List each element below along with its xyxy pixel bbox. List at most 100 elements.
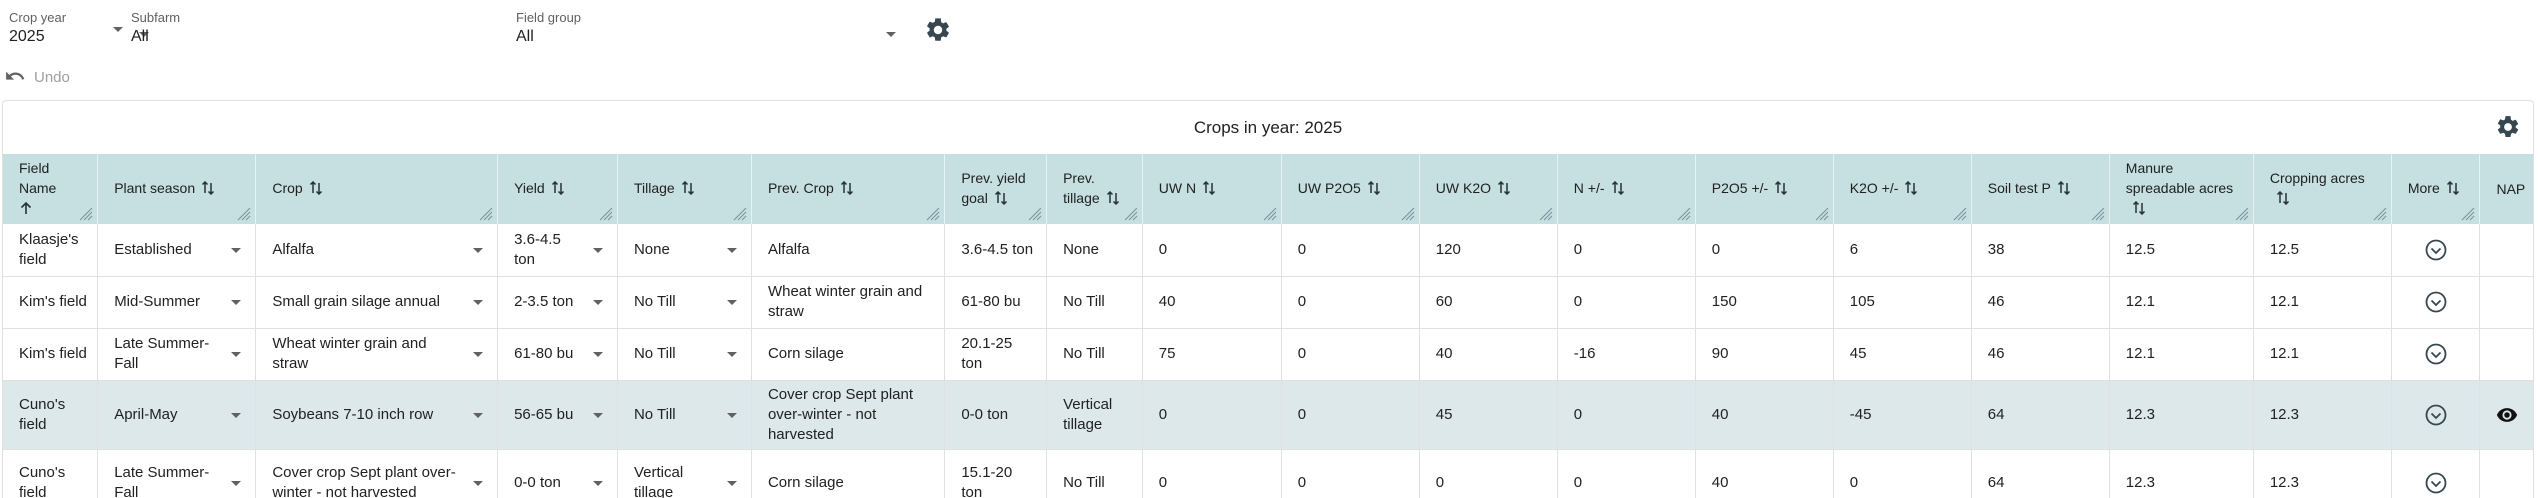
resize-grip-icon[interactable] [2235, 206, 2249, 221]
plant-season-select[interactable]: April-May [97, 380, 257, 450]
resize-grip-icon[interactable] [733, 206, 747, 221]
column-header-soil-test-p[interactable]: Soil test P [1971, 154, 2110, 224]
chevron-down-circle-icon[interactable] [2424, 471, 2448, 495]
tillage-select[interactable]: Vertical tillage [617, 449, 752, 498]
crop-select[interactable]: Small grain silage annual [255, 276, 499, 329]
resize-grip-icon[interactable] [599, 206, 613, 221]
plant-season-select[interactable]: Established [97, 224, 257, 277]
column-header-nap[interactable]: NAP [2479, 154, 2533, 224]
prev-crop-cell: Corn silage [751, 449, 946, 498]
table-settings-gear-icon[interactable] [2495, 114, 2521, 140]
cropping-acres-value: 12.5 [2269, 240, 2300, 258]
resize-grip-icon[interactable] [79, 206, 93, 221]
sort-arrows-icon[interactable] [201, 180, 215, 200]
column-header-uw-p2o5[interactable]: UW P2O5 [1281, 154, 1420, 224]
arrow-up-icon[interactable] [19, 200, 87, 220]
sort-arrows-icon[interactable] [681, 180, 695, 200]
crop-select[interactable]: Soybeans 7-10 inch row [255, 380, 499, 450]
yield-select[interactable]: 56-65 bu [497, 380, 618, 450]
chevron-down-circle-icon[interactable] [2424, 290, 2448, 314]
column-header-prev-tillage[interactable]: Prev. tillage [1046, 154, 1143, 224]
column-header-cropping-acres[interactable]: Cropping acres [2253, 154, 2392, 224]
resize-grip-icon[interactable] [1539, 206, 1553, 221]
undo-button[interactable]: Undo [4, 66, 70, 88]
column-header-yield[interactable]: Yield [497, 154, 618, 224]
sort-arrows-icon[interactable] [1774, 180, 1788, 200]
crop-select[interactable]: Alfalfa [255, 224, 499, 277]
sort-arrows-icon[interactable] [840, 180, 854, 200]
tillage-select[interactable]: No Till [617, 276, 752, 329]
sort-arrows-icon[interactable] [1106, 190, 1120, 210]
resize-grip-icon[interactable] [2461, 206, 2475, 221]
column-header-more[interactable]: More [2391, 154, 2481, 224]
plant-season-select[interactable]: Late Summer-Fall [97, 328, 257, 381]
resize-grip-icon[interactable] [2373, 206, 2387, 221]
resize-grip-icon[interactable] [1815, 206, 1829, 221]
field-group-select[interactable]: Field group All [516, 10, 896, 50]
resize-grip-icon[interactable] [1677, 206, 1691, 221]
uw-p2o5-value: 0 [1297, 473, 1307, 491]
column-header-prev-crop[interactable]: Prev. Crop [751, 154, 946, 224]
column-header-field-name[interactable]: Field Name [3, 154, 99, 224]
resize-grip-icon[interactable] [926, 206, 940, 221]
field-group-value: All [516, 28, 534, 45]
column-header-manure-spreadable-acres[interactable]: Manure spreadable acres [2109, 154, 2254, 224]
k2o-balance-value: 105 [1849, 293, 1875, 310]
crop-year-select[interactable]: Crop year 2025 [9, 10, 149, 50]
yield-select[interactable]: 3.6-4.5 ton [497, 224, 618, 277]
sort-arrows-icon[interactable] [994, 190, 1008, 210]
column-header-uw-n[interactable]: UW N [1142, 154, 1282, 224]
column-header-p2o5[interactable]: P2O5 +/- [1695, 154, 1834, 224]
chevron-down-icon [726, 247, 737, 253]
resize-grip-icon[interactable] [1028, 206, 1042, 221]
uw-p2o5-cell: 0 [1281, 449, 1420, 498]
column-header-crop[interactable]: Crop [255, 154, 499, 224]
sort-arrows-icon[interactable] [2446, 180, 2460, 200]
eye-icon[interactable] [2493, 404, 2521, 426]
crop-select[interactable]: Cover crop Sept plant over-winter - not … [255, 449, 499, 498]
uw-n-value: 0 [1158, 405, 1168, 423]
sort-arrows-icon[interactable] [551, 180, 565, 200]
subfarm-select[interactable]: Subfarm All [131, 10, 501, 50]
column-header-n[interactable]: N +/- [1557, 154, 1696, 224]
chevron-down-circle-icon[interactable] [2424, 403, 2448, 427]
resize-grip-icon[interactable] [1124, 206, 1138, 221]
n-balance-value: -16 [1573, 345, 1596, 362]
sort-arrows-icon[interactable] [1904, 180, 1918, 200]
column-header-tillage[interactable]: Tillage [617, 154, 752, 224]
tillage-select[interactable]: No Till [617, 328, 752, 381]
sort-arrows-icon[interactable] [309, 180, 323, 200]
sort-arrows-icon[interactable] [1367, 180, 1381, 200]
yield-select[interactable]: 2-3.5 ton [497, 276, 618, 329]
tillage-value: No Till [633, 345, 676, 362]
sort-arrows-icon[interactable] [1497, 180, 1511, 200]
plant-season-select[interactable]: Mid-Summer [97, 276, 257, 329]
sort-arrows-icon[interactable] [2132, 200, 2146, 220]
resize-grip-icon[interactable] [2091, 206, 2105, 221]
resize-grip-icon[interactable] [1953, 206, 1967, 221]
sort-arrows-icon[interactable] [1202, 180, 1216, 200]
sort-arrows-icon[interactable] [1611, 180, 1625, 200]
crop-select[interactable]: Wheat winter grain and straw [255, 328, 499, 381]
sort-arrows-icon[interactable] [2057, 180, 2071, 200]
resize-grip-icon[interactable] [1263, 206, 1277, 221]
plant-season-select[interactable]: Late Summer-Fall [97, 449, 257, 498]
chevron-down-circle-icon[interactable] [2424, 342, 2448, 366]
column-header-k2o[interactable]: K2O +/- [1833, 154, 1972, 224]
tillage-select[interactable]: None [617, 224, 752, 277]
nap-cell [2479, 328, 2533, 381]
resize-grip-icon[interactable] [479, 206, 493, 221]
sort-arrows-icon[interactable] [2276, 190, 2290, 210]
resize-grip-icon[interactable] [1401, 206, 1415, 221]
column-header-uw-k2o[interactable]: UW K2O [1419, 154, 1558, 224]
column-header-prev-yield-goal[interactable]: Prev. yield goal [944, 154, 1048, 224]
yield-select[interactable]: 61-80 bu [497, 328, 618, 381]
resize-grip-icon[interactable] [237, 206, 251, 221]
settings-gear-icon[interactable] [924, 16, 952, 44]
tillage-select[interactable]: No Till [617, 380, 752, 450]
soil-test-p-cell: 46 [1971, 328, 2110, 381]
chevron-down-circle-icon[interactable] [2424, 238, 2448, 262]
yield-select[interactable]: 0-0 ton [497, 449, 618, 498]
column-header-plant-season[interactable]: Plant season [97, 154, 257, 224]
chevron-down-icon [592, 412, 603, 418]
